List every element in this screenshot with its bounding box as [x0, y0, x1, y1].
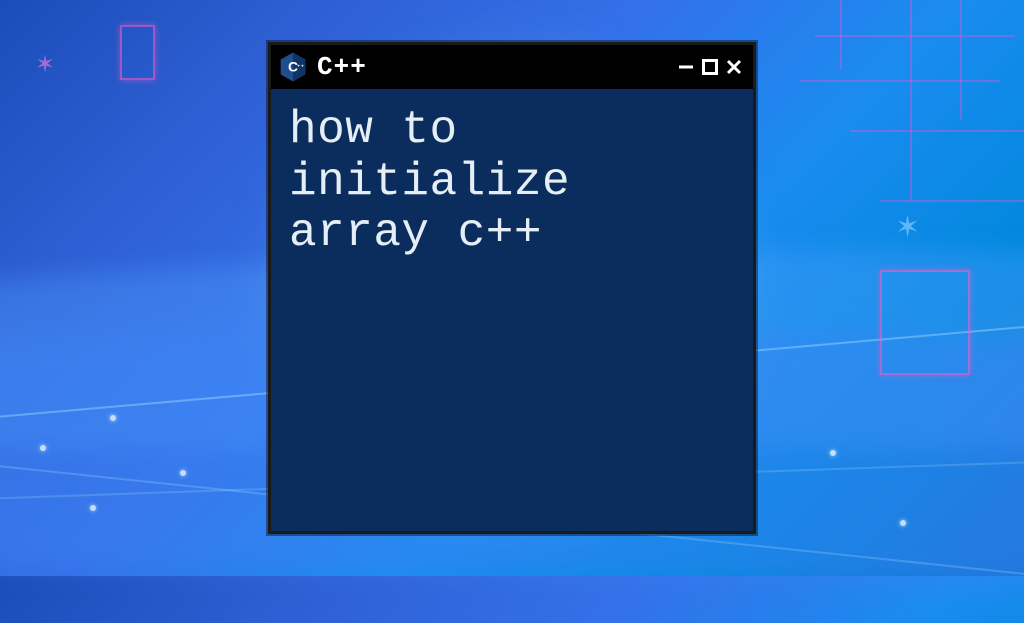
close-button[interactable]	[725, 58, 743, 76]
window-title: C++	[317, 52, 667, 82]
minimize-button[interactable]	[677, 58, 695, 76]
content-text: how to initialize array c++	[289, 105, 735, 260]
bg-node	[180, 470, 186, 476]
svg-text:C: C	[288, 58, 298, 74]
cpp-logo-icon: C + +	[279, 52, 307, 82]
window-controls	[677, 58, 743, 76]
svg-text:+: +	[297, 64, 300, 69]
bg-gridline	[880, 200, 1024, 202]
bg-spark: ✶	[895, 210, 920, 245]
bg-node	[40, 445, 46, 451]
maximize-button[interactable]	[701, 58, 719, 76]
window-content: how to initialize array c++	[271, 89, 753, 531]
bg-gridline	[815, 35, 1015, 37]
bg-gridline	[910, 0, 912, 200]
bg-square	[880, 270, 970, 375]
bg-gridline	[800, 80, 1000, 82]
bg-spark: ✶	[35, 50, 55, 79]
bg-node	[830, 450, 836, 456]
bg-node	[900, 520, 906, 526]
bg-node	[110, 415, 116, 421]
bg-gridline	[850, 130, 1024, 132]
app-window: C + + C++ how to initialize array c++	[268, 42, 756, 534]
bg-gridline	[960, 0, 962, 120]
titlebar: C + + C++	[271, 45, 753, 89]
svg-text:+: +	[301, 64, 304, 69]
bg-square	[120, 25, 155, 80]
bg-node	[90, 505, 96, 511]
